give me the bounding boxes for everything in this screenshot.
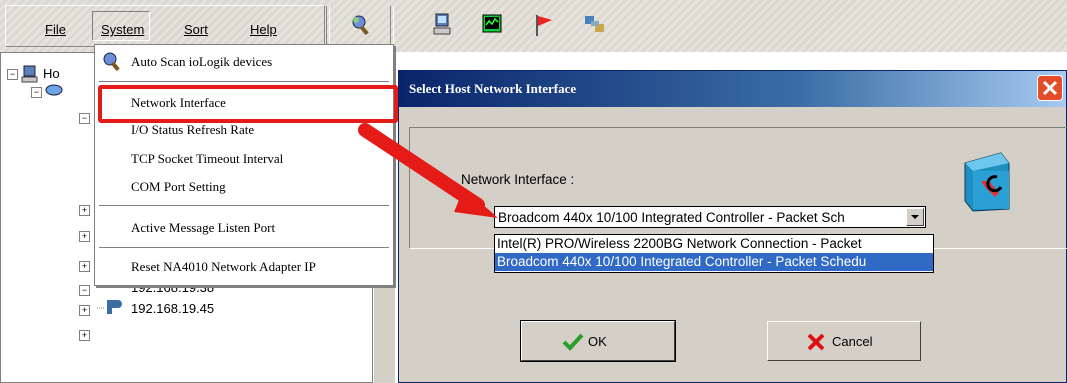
annotation-arrow [358, 123, 498, 218]
